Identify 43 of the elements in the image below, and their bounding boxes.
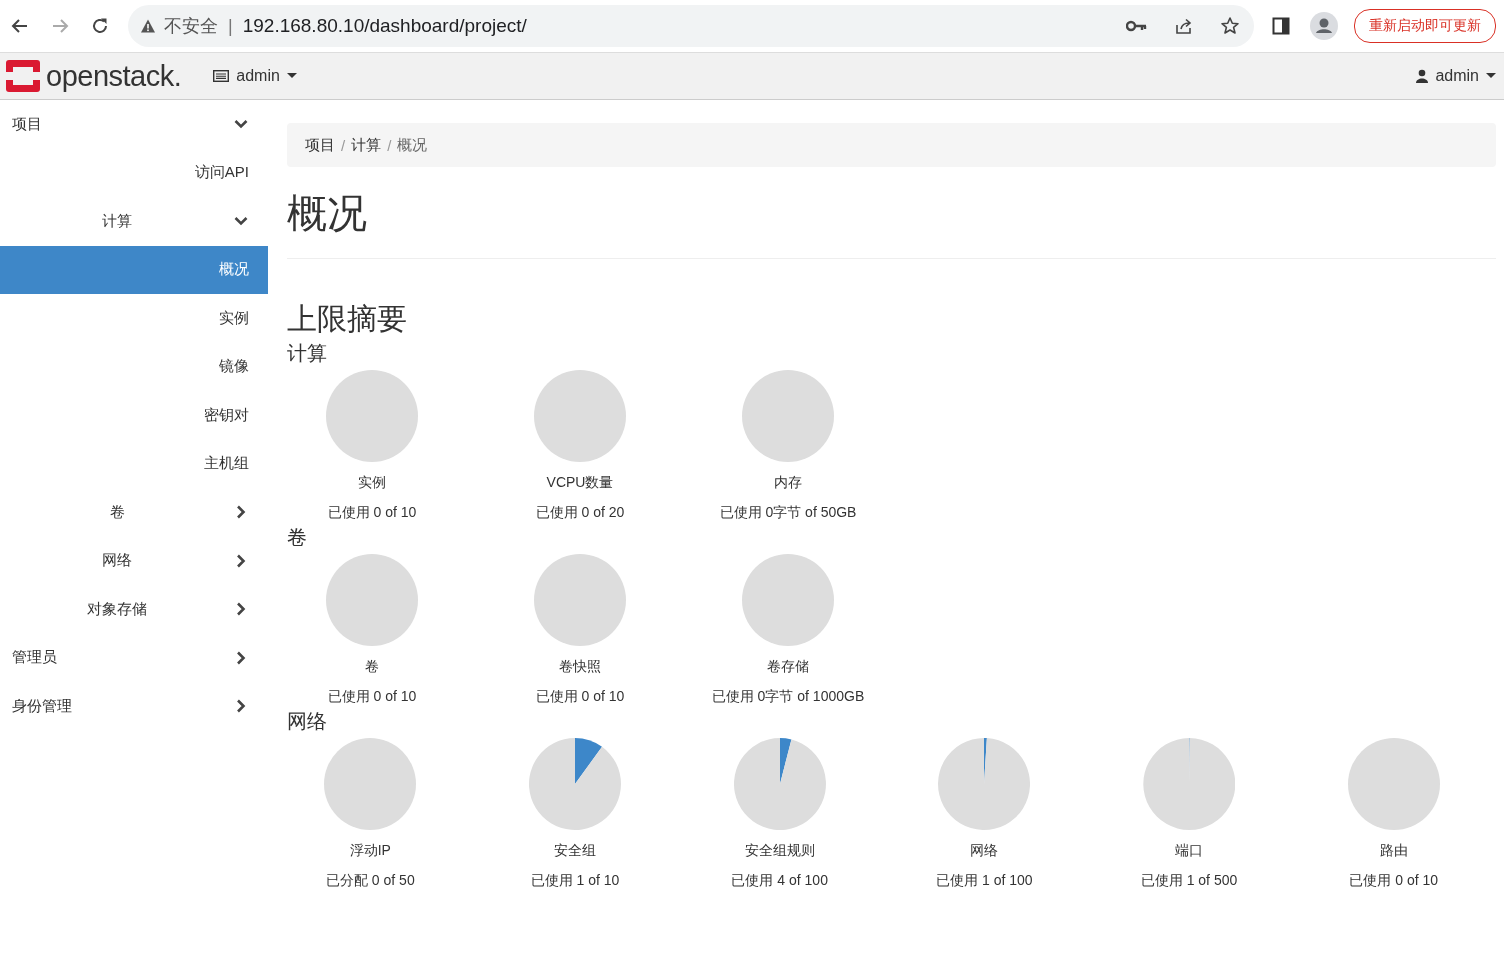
quota-name: 浮动IP	[349, 841, 391, 859]
quota-usage: 已使用 0 of 20	[535, 503, 625, 521]
sidebar-group-label: 管理员	[12, 648, 57, 668]
quota-usage: 已使用 1 of 100	[936, 871, 1033, 889]
quota-name: 卷	[365, 657, 379, 675]
quota-usage: 已使用 0字节 of 50GB	[719, 503, 857, 521]
sidebar-group-label: 卷	[108, 502, 126, 522]
breadcrumb-separator: /	[341, 136, 346, 154]
quota-usage: 已使用 0 of 10	[1349, 871, 1439, 889]
quota-name: 实例	[358, 473, 386, 491]
quota-usage: 已使用 0 of 10	[327, 687, 417, 705]
breadcrumb-current: 概况	[397, 135, 428, 155]
quota-name: VCPU数量	[546, 473, 614, 491]
url-text: 192.168.80.10/dashboard/project/	[242, 15, 527, 37]
quota-usage: 已使用 4 of 100	[731, 871, 828, 889]
quota-name: 端口	[1175, 841, 1203, 859]
quota-name: 卷快照	[559, 657, 601, 675]
quota-name: 安全组	[554, 841, 596, 859]
group-title: 卷	[287, 525, 308, 550]
group-title: 计算	[287, 341, 328, 366]
group-title: 网络	[287, 709, 328, 734]
quota-usage: 已使用 0 of 10	[535, 687, 625, 705]
quota-name: 安全组规则	[744, 841, 815, 859]
sidebar-group-label: 身份管理	[12, 696, 72, 716]
quota-name: 内存	[774, 473, 802, 491]
logo-text: openstack.	[46, 59, 182, 93]
quota-usage: 已使用 1 of 10	[530, 871, 620, 889]
quota-usage: 已使用 0字节 of 1000GB	[711, 687, 865, 705]
sidebar-group-label: 对象存储	[86, 599, 148, 619]
sidebar-group-label: 计算	[101, 211, 133, 231]
quota-usage: 已分配 0 of 50	[326, 871, 415, 889]
quota-usage: 已使用 1 of 500	[1140, 871, 1238, 889]
sidebar-group-label: 网络	[101, 551, 133, 571]
sidebar-group-label: 项目	[12, 114, 42, 134]
breadcrumb-separator: /	[387, 136, 392, 154]
quota-name: 网络	[970, 841, 999, 859]
section-title: 上限摘要	[287, 301, 408, 337]
quota-name: 卷存储	[767, 657, 809, 675]
quota-usage: 已使用 0 of 10	[327, 503, 417, 521]
address-divider: |	[228, 15, 233, 37]
security-label: 不安全	[164, 15, 218, 38]
page-title: 概况	[287, 190, 368, 237]
quota-name: 路由	[1379, 841, 1408, 859]
